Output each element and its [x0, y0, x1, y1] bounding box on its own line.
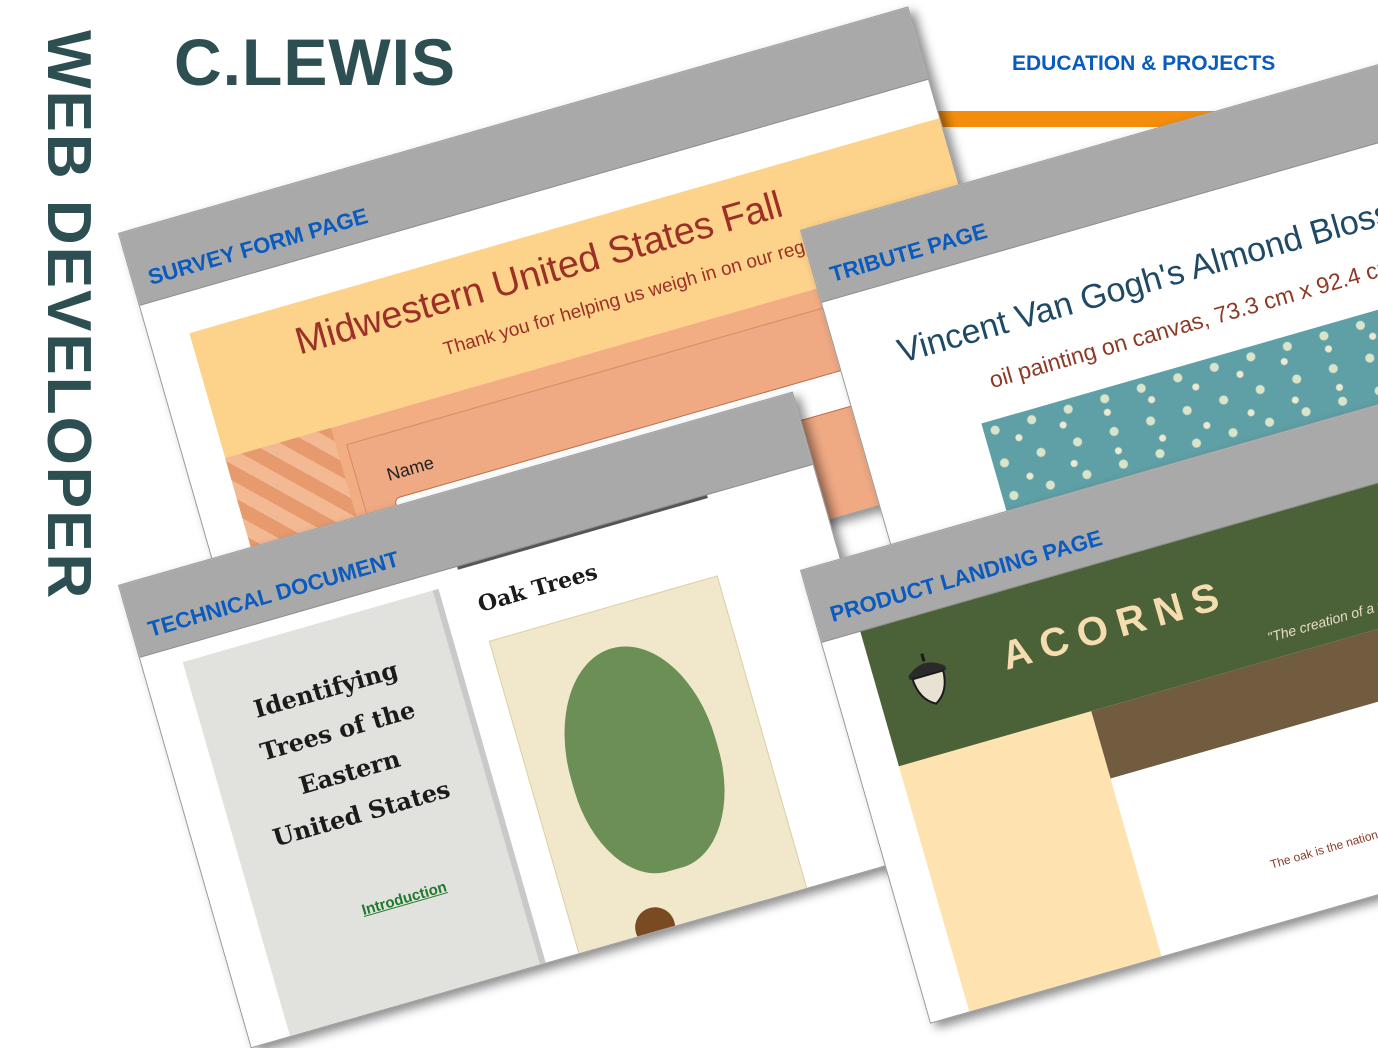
- national-tree-text: The oak is the national tree of: [1268, 814, 1378, 872]
- acorn-image: [630, 902, 680, 952]
- acorns-wordmark: ACORNS: [996, 571, 1234, 679]
- brand-logo-text[interactable]: C.LEWIS: [174, 24, 456, 100]
- tribute-card-label: TRIBUTE PAGE: [827, 218, 990, 287]
- name-field-label: Name: [384, 452, 437, 485]
- introduction-link[interactable]: Introduction: [360, 879, 449, 919]
- education-projects-link[interactable]: EDUCATION & PROJECTS: [1012, 52, 1275, 76]
- doc-heading: Identifying Trees of the Eastern United …: [250, 654, 454, 853]
- survey-card-label: SURVEY FORM PAGE: [145, 203, 371, 290]
- web-developer-title: WEB DEVELOPER: [34, 30, 103, 601]
- oak-leaf-image: [539, 627, 748, 891]
- acorn-icon: [908, 653, 947, 705]
- oak-trees-heading: Oak Trees: [475, 558, 601, 618]
